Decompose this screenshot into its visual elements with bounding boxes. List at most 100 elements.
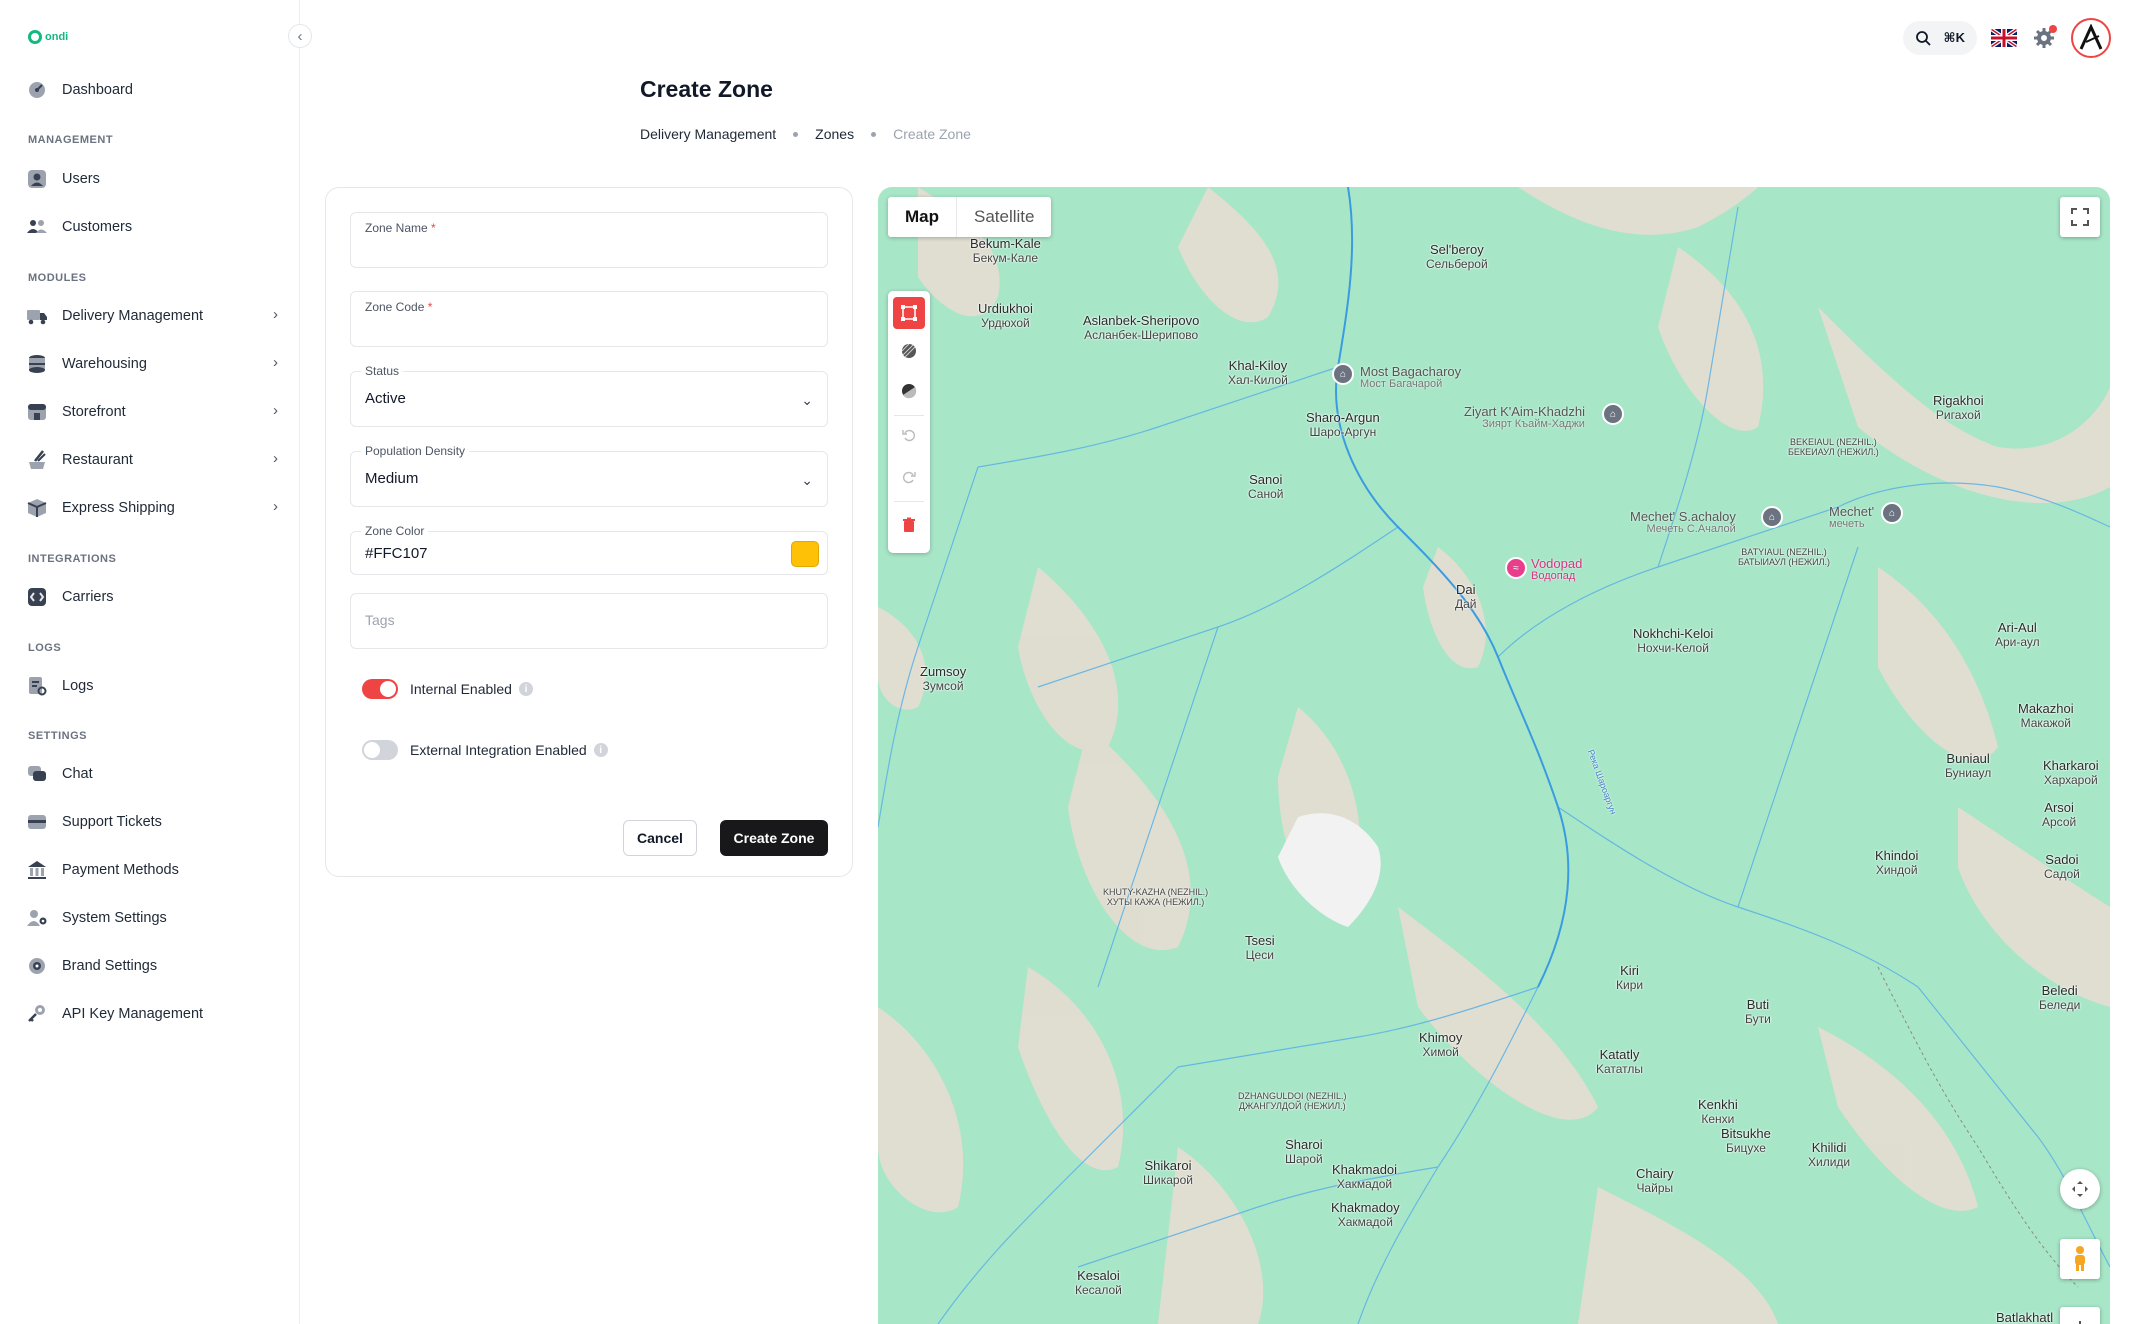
draw-rectangle-tool[interactable]: [893, 297, 925, 329]
population-density-select[interactable]: Population Density Medium ⌄: [350, 444, 828, 507]
sidebar-item-brand-settings[interactable]: Brand Settings: [26, 948, 282, 984]
sidebar-item-chat[interactable]: Chat: [26, 756, 282, 792]
section-management: MANAGEMENT: [28, 134, 114, 146]
map-tab-satellite[interactable]: Satellite: [956, 197, 1051, 237]
map-place-label: Sanoi Саной: [1248, 472, 1284, 502]
external-integration-toggle[interactable]: [362, 740, 398, 760]
pegman-icon: [2075, 1246, 2085, 1271]
restaurant-icon: [26, 449, 48, 471]
breadcrumb-delivery-management[interactable]: Delivery Management: [640, 126, 776, 142]
dashboard-icon: [26, 79, 48, 101]
sidebar-item-label: Carriers: [62, 589, 114, 605]
fill-tool[interactable]: [893, 375, 925, 407]
sidebar-item-system-settings[interactable]: System Settings: [26, 900, 282, 936]
truck-icon: [26, 305, 48, 327]
map-poi-marker[interactable]: ⌂: [1602, 403, 1624, 425]
sidebar-item-dashboard[interactable]: Dashboard: [26, 72, 282, 108]
map-place-label: Bekum-Kale Бекум-Кале: [970, 236, 1041, 266]
sidebar-item-warehousing[interactable]: Warehousing ›: [26, 346, 282, 382]
sidebar-item-users[interactable]: Users: [26, 161, 282, 197]
internal-enabled-toggle[interactable]: [362, 679, 398, 699]
zone-name-field[interactable]: Zone Name *: [350, 212, 828, 268]
sidebar-item-delivery-management[interactable]: Delivery Management ›: [26, 298, 282, 334]
status-value: Active: [365, 390, 406, 407]
sidebar-item-label: Dashboard: [62, 82, 133, 98]
bridge-icon: ⌂: [1339, 368, 1347, 380]
settings-button[interactable]: [2027, 21, 2061, 55]
zoom-in-button[interactable]: [2060, 1307, 2100, 1324]
map-place-label: Batlakhatl: [1996, 1310, 2054, 1324]
sidebar-item-storefront[interactable]: Storefront ›: [26, 394, 282, 430]
color-swatch[interactable]: [791, 541, 819, 567]
cancel-button[interactable]: Cancel: [623, 820, 697, 856]
sidebar-item-carriers[interactable]: Carriers: [26, 579, 282, 615]
sidebar-item-payment-methods[interactable]: Payment Methods: [26, 852, 282, 888]
sidebar-item-api-key-management[interactable]: API Key Management: [26, 996, 282, 1032]
zone-code-field[interactable]: Zone Code *: [350, 291, 828, 347]
sidebar-item-label: Logs: [62, 678, 94, 694]
map-poi-label: Mechet' мечеть: [1829, 504, 1875, 530]
storefront-icon: [26, 401, 48, 423]
sidebar-item-label: System Settings: [62, 910, 167, 926]
uk-flag-icon[interactable]: [1991, 29, 2017, 47]
chevron-right-icon: ›: [273, 402, 278, 419]
create-zone-button[interactable]: Create Zone: [720, 820, 828, 856]
sidebar-item-label: Express Shipping: [62, 500, 175, 516]
map-tab-map[interactable]: Map: [888, 197, 956, 237]
sidebar-item-logs[interactable]: Logs: [26, 668, 282, 704]
camera-control-button[interactable]: [2060, 1169, 2100, 1209]
section-integrations: INTEGRATIONS: [28, 553, 117, 565]
collapse-sidebar-button[interactable]: ‹: [288, 24, 312, 48]
draw-tools: [888, 291, 930, 553]
chevron-right-icon: ›: [273, 450, 278, 467]
chevron-down-icon: ⌄: [801, 392, 813, 408]
sidebar-item-label: Users: [62, 171, 100, 187]
map-poi-label: Ziyart K'Aim-Khadzhi Зиярт Къайм-Хаджи: [1464, 404, 1585, 430]
map-canvas[interactable]: Map Satellite Bekum-Kale Бекум-Кале Sel'…: [878, 187, 2110, 1324]
map-poi-marker[interactable]: ⌂: [1761, 506, 1783, 528]
tool-divider: [894, 501, 924, 502]
breadcrumb-zones[interactable]: Zones: [815, 126, 854, 142]
population-density-value: Medium: [365, 470, 419, 487]
sidebar-item-support-tickets[interactable]: Support Tickets: [26, 804, 282, 840]
map-place-label: Kenkhi Кенхи: [1698, 1097, 1738, 1127]
fullscreen-button[interactable]: [2060, 197, 2100, 237]
map-poi-marker[interactable]: ⌂: [1332, 363, 1354, 385]
info-icon[interactable]: i: [593, 743, 608, 757]
contrast-icon: [902, 384, 917, 399]
info-icon[interactable]: i: [518, 682, 533, 696]
topbar-actions: ⌘K: [1903, 18, 2111, 58]
search-icon: [1916, 31, 1931, 46]
status-select[interactable]: Status Active ⌄: [350, 364, 828, 427]
zone-color-field[interactable]: Zone Color #FFC107: [350, 524, 828, 575]
page-title: Create Zone: [640, 76, 773, 102]
section-logs: LOGS: [28, 642, 62, 654]
redo-tool[interactable]: [893, 461, 925, 493]
street-view-pegman[interactable]: [2060, 1239, 2100, 1279]
user-avatar[interactable]: [2071, 18, 2111, 58]
tags-field[interactable]: Tags: [350, 593, 828, 649]
map-poi-marker[interactable]: ⌂: [1881, 502, 1903, 524]
undo-tool[interactable]: [893, 419, 925, 451]
search-button[interactable]: ⌘K: [1903, 21, 1977, 55]
brand-logo[interactable]: ondi: [28, 30, 68, 44]
map-small-place-label: BEKEIAUL (NEZHIL.) БЕКЕИАУЛ (НЕЖИЛ.): [1788, 437, 1879, 457]
sidebar-item-restaurant[interactable]: Restaurant ›: [26, 442, 282, 478]
sidebar-item-label: API Key Management: [62, 1006, 204, 1022]
chevron-right-icon: ›: [273, 354, 278, 371]
map-poi-marker-waterfall[interactable]: ≈: [1505, 557, 1527, 579]
map-place-label: Khakmadoi Хакмадой: [1332, 1162, 1398, 1192]
map-place-label: Khakmadoy Хакмадой: [1331, 1200, 1400, 1230]
fullscreen-icon: [2071, 208, 2089, 226]
zone-color-label: Zone Color: [361, 524, 429, 538]
map-place-label: Makazhoi Макажой: [2018, 701, 2074, 731]
sidebar-item-customers[interactable]: Customers: [26, 209, 282, 245]
map-place-label: Bitsukhe Бицухе: [1721, 1126, 1771, 1156]
internal-enabled-label: Internal Enabled: [410, 681, 512, 697]
sidebar-item-express-shipping[interactable]: Express Shipping ›: [26, 490, 282, 526]
map-place-label: Ari-Aul Ари-аул: [1995, 620, 2040, 650]
logo-mark-icon: [28, 30, 42, 44]
pattern-tool[interactable]: [893, 335, 925, 367]
toggle-knob: [364, 742, 380, 758]
delete-tool[interactable]: [893, 509, 925, 541]
